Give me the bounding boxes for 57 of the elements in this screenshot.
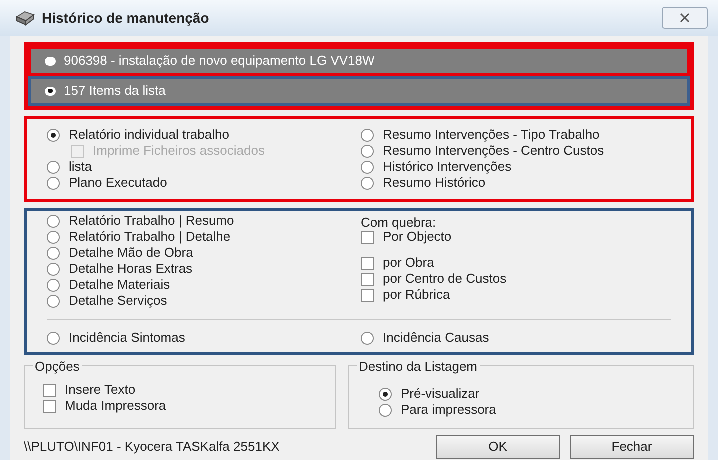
radio-button[interactable] [361, 160, 374, 174]
radio-button[interactable] [47, 214, 60, 228]
option-label: Detalhe Mão de Obra [69, 244, 194, 262]
dialog-button[interactable]: Fechar [570, 435, 694, 459]
option-label: Plano Executado [69, 174, 168, 192]
close-button[interactable] [662, 7, 708, 29]
option-label: Resumo Histórico [383, 174, 486, 192]
option-label: Muda Impressora [65, 397, 166, 416]
option-label: por Obra [383, 254, 434, 272]
radio-button[interactable] [361, 332, 374, 344]
option-label: Para impressora [401, 401, 496, 420]
option-label: Relatório Trabalho | Detalhe [69, 228, 231, 246]
radio-button[interactable] [47, 230, 60, 244]
option-label: Detalhe Serviços [69, 292, 168, 310]
option-label: Detalhe Horas Extras [69, 260, 193, 278]
scope-option[interactable]: 157 Items da lista [28, 76, 690, 106]
option-label: Por Objecto [383, 229, 452, 246]
option-label: Detalhe Materiais [69, 276, 170, 294]
option-label: Resumo Intervenções - Tipo Trabalho [383, 126, 600, 144]
option-label: Histórico Intervenções [383, 158, 512, 176]
printer-icon [14, 10, 36, 26]
option-label: Incidência Causas [383, 329, 490, 348]
radio-button[interactable] [47, 332, 60, 344]
option-label: Insere Texto [65, 381, 136, 400]
scope-option[interactable]: 906398 - instalação de novo equipamento LG VV18W [28, 46, 690, 76]
radio-button[interactable] [361, 128, 374, 142]
group-label: Com quebra: [361, 214, 438, 229]
checkbox[interactable] [43, 400, 56, 412]
checkbox[interactable] [361, 230, 374, 244]
printer-name: \\PLUTO\INF01 - Kyocera TASKalfa 2551KX [24, 438, 281, 456]
radio-button[interactable] [379, 388, 392, 400]
checkbox[interactable] [361, 288, 374, 302]
radio-button[interactable] [361, 176, 374, 190]
radio-button[interactable] [47, 176, 60, 190]
option-label: Resumo Intervenções - Centro Custos [383, 142, 604, 160]
option-label: Imprime Ficheiros associados [93, 142, 265, 160]
checkbox[interactable] [361, 256, 374, 270]
option-label: Pré-visualizar [401, 385, 480, 404]
radio-button[interactable] [47, 262, 60, 276]
checkbox[interactable] [43, 384, 56, 396]
radio-button[interactable] [361, 144, 374, 158]
dialog-button[interactable]: OK [436, 435, 560, 459]
radio-button[interactable] [47, 128, 60, 142]
window-title: Histórico de manutenção [42, 8, 210, 28]
option-label: lista [69, 158, 92, 176]
radio-button[interactable] [379, 404, 392, 416]
radio-button[interactable] [47, 160, 60, 174]
option-label: por Rúbrica [383, 286, 450, 304]
radio-button[interactable] [47, 294, 60, 308]
checkbox[interactable] [361, 272, 374, 286]
option-label: Incidência Sintomas [69, 329, 186, 348]
option-label: por Centro de Custos [383, 270, 507, 288]
radio-button[interactable] [47, 278, 60, 292]
radio-button[interactable] [47, 246, 60, 260]
option-label: Relatório Trabalho | Resumo [69, 212, 234, 230]
option-label: Relatório individual trabalho [69, 126, 230, 144]
close-icon [680, 13, 690, 23]
